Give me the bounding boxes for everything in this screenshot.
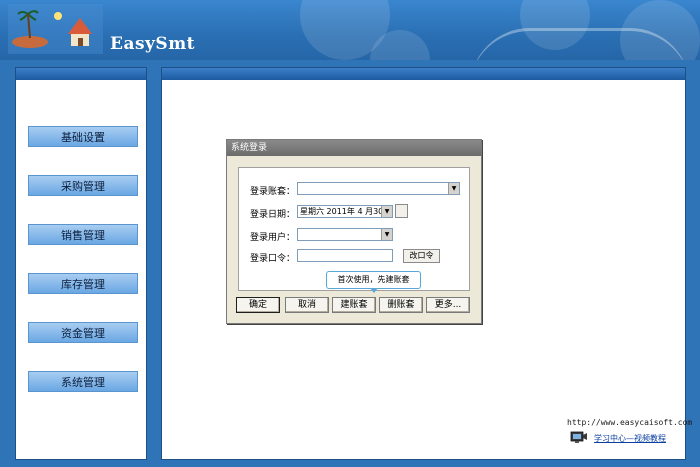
user-label: 登录用户：	[250, 233, 296, 243]
chevron-down-icon[interactable]: ▼	[381, 229, 392, 240]
chevron-down-icon[interactable]: ▼	[381, 206, 392, 217]
date-label: 登录日期：	[250, 210, 296, 220]
sidebar-item-funds[interactable]: 资金管理	[28, 322, 138, 343]
sidebar-item-sales[interactable]: 销售管理	[28, 224, 138, 245]
sidebar-item-inventory[interactable]: 库存管理	[28, 273, 138, 294]
sidebar-item-basic-settings[interactable]: 基础设置	[28, 126, 138, 147]
first-use-tooltip: 首次使用，先建账套	[326, 271, 421, 293]
app-title: EasySmt	[110, 34, 196, 54]
app-header: EasySmt	[0, 0, 700, 60]
login-dialog: 系统登录 登录账套： ▼ 登录日期： 星期六 2011年 4 月30 ▼ 登录用…	[226, 139, 482, 324]
ok-button[interactable]: 确定	[236, 297, 280, 313]
password-label: 登录口令：	[250, 254, 296, 264]
date-picker[interactable]: 星期六 2011年 4 月30 ▼	[297, 205, 393, 218]
video-tutorial-icon[interactable]	[570, 431, 588, 444]
account-select[interactable]: ▼	[297, 182, 460, 195]
chevron-down-icon[interactable]: ▼	[448, 183, 459, 194]
sidebar-title-bar	[16, 68, 146, 80]
sidebar-item-purchasing[interactable]: 采购管理	[28, 175, 138, 196]
create-account-set-button[interactable]: 建账套	[332, 297, 376, 313]
dialog-title: 系统登录	[227, 140, 481, 156]
change-password-button[interactable]: 改口令	[403, 249, 440, 263]
more-button[interactable]: 更多...	[426, 297, 470, 313]
main-title-bar	[162, 68, 685, 80]
user-select[interactable]: ▼	[297, 228, 393, 241]
account-label: 登录账套：	[250, 187, 296, 197]
password-field[interactable]	[297, 249, 393, 262]
date-extra-button[interactable]	[395, 204, 408, 218]
video-tutorial-link[interactable]: 学习中心—视频教程	[594, 433, 666, 444]
delete-account-set-button[interactable]: 删账套	[379, 297, 423, 313]
date-value: 星期六 2011年 4 月30	[300, 207, 384, 216]
cancel-button[interactable]: 取消	[285, 297, 329, 313]
sidebar-item-system[interactable]: 系统管理	[28, 371, 138, 392]
website-url[interactable]: http://www.easycaisoft.com	[567, 418, 692, 427]
logo-icon	[8, 4, 103, 54]
sidebar: 基础设置 采购管理 销售管理 库存管理 资金管理 系统管理	[15, 67, 147, 460]
